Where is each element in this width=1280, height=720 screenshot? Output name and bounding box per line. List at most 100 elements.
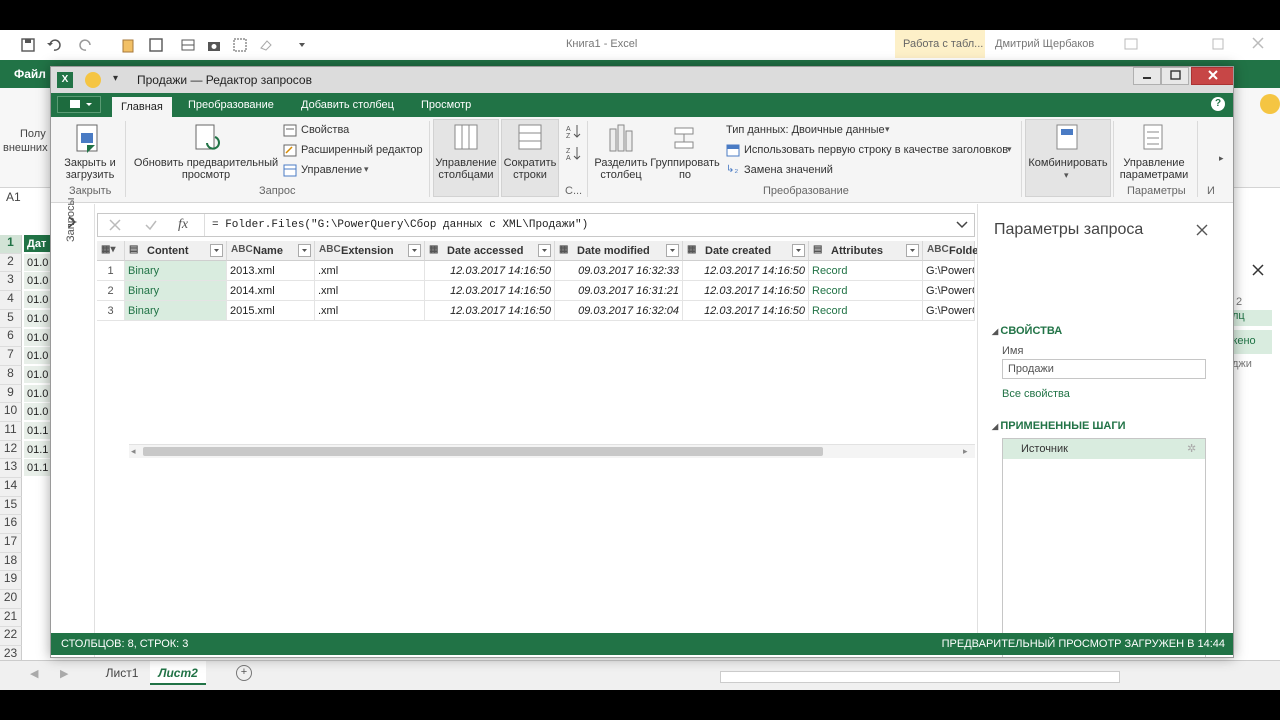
grid-cell-accessed[interactable]: 12.03.2017 14:16:50: [425, 301, 555, 321]
grid-cell-content[interactable]: Binary: [125, 301, 227, 321]
excel-cell[interactable]: 01.0: [24, 253, 50, 271]
grid-cell-folder[interactable]: G:\PowerC: [923, 301, 975, 321]
excel-cell[interactable]: 01.0: [24, 384, 50, 402]
column-header[interactable]: ▦ Date modified: [555, 241, 683, 261]
excel-row-header[interactable]: 20: [0, 590, 22, 609]
grid-cell-name[interactable]: 2014.xml: [227, 281, 315, 301]
data-type-dropdown-icon[interactable]: ▾: [885, 124, 890, 135]
excel-row-header[interactable]: 5: [0, 309, 22, 329]
excel-cell[interactable]: 01.0: [24, 347, 50, 365]
tab-view[interactable]: Просмотр: [421, 99, 471, 111]
split-column-button[interactable]: Разделить столбец: [591, 157, 651, 181]
save-as-icon[interactable]: [148, 37, 164, 53]
refresh-preview-button[interactable]: Обновить предварительный просмотр: [131, 157, 281, 181]
maximize-button[interactable]: [1161, 67, 1189, 85]
replace-values-button[interactable]: Замена значений: [744, 164, 833, 180]
grid-hscroll-thumb[interactable]: [143, 447, 823, 456]
excel-close-icon[interactable]: [1252, 37, 1264, 49]
tab-transform[interactable]: Преобразование: [188, 99, 274, 111]
grid-cell-modified[interactable]: 09.03.2017 16:32:04: [555, 301, 683, 321]
excel-cell[interactable]: 01.0: [24, 291, 50, 309]
excel-row-header[interactable]: 17: [0, 534, 22, 553]
ribbon-display-icon[interactable]: [1124, 38, 1138, 50]
column-type-icon[interactable]: ▦: [429, 244, 438, 255]
column-filter-dropdown-icon[interactable]: [210, 244, 223, 257]
help-icon[interactable]: ?: [1211, 97, 1225, 111]
sheet-next-icon[interactable]: ▶: [60, 667, 68, 680]
expand-formula-icon[interactable]: [956, 220, 968, 230]
grid-cell-accessed[interactable]: 12.03.2017 14:16:50: [425, 261, 555, 281]
sort-ascending-icon[interactable]: AZ: [565, 123, 581, 139]
column-type-icon[interactable]: ▦: [687, 244, 696, 255]
excel-row-header[interactable]: 1: [0, 235, 22, 254]
manage-dropdown-icon[interactable]: ▾: [364, 164, 369, 175]
fx-icon[interactable]: fx: [178, 217, 188, 233]
column-filter-dropdown-icon[interactable]: [298, 244, 311, 257]
first-row-dropdown-icon[interactable]: ▾: [1007, 144, 1012, 155]
properties-button[interactable]: Свойства: [301, 124, 349, 140]
context-tab-table[interactable]: Работа с табл...: [895, 30, 985, 58]
grid-cell-created[interactable]: 12.03.2017 14:16:50: [683, 261, 809, 281]
grid-cell-ext[interactable]: .xml: [315, 301, 425, 321]
file-tab[interactable]: Файл: [0, 60, 50, 88]
grid-corner-menu[interactable]: ▦▾: [97, 241, 125, 261]
column-type-icon[interactable]: ▤: [813, 244, 822, 255]
column-type-icon[interactable]: ABC: [927, 244, 949, 255]
excel-hscroll[interactable]: [720, 671, 1120, 683]
grid-cell-name[interactable]: 2013.xml: [227, 261, 315, 281]
properties-section-header[interactable]: ◢ СВОЙСТВА: [992, 325, 1062, 337]
column-header[interactable]: ABC Extension: [315, 241, 425, 261]
grid-cell-ext[interactable]: .xml: [315, 261, 425, 281]
all-properties-link[interactable]: Все свойства: [1002, 388, 1070, 400]
row-number[interactable]: 1: [97, 261, 125, 281]
applied-step[interactable]: Источник ✲: [1003, 439, 1205, 459]
grid-cell-modified[interactable]: 09.03.2017 16:31:21: [555, 281, 683, 301]
close-settings-icon[interactable]: [1196, 224, 1208, 236]
step-settings-gear-icon[interactable]: ✲: [1187, 442, 1196, 455]
scroll-right-icon[interactable]: ▸: [963, 446, 968, 457]
excel-row-header[interactable]: 11: [0, 421, 22, 441]
column-header[interactable]: ▦ Date accessed: [425, 241, 555, 261]
grid-cell-created[interactable]: 12.03.2017 14:16:50: [683, 301, 809, 321]
undo-icon[interactable]: [46, 37, 62, 53]
file-menu-button[interactable]: [57, 96, 101, 113]
user-name[interactable]: Дмитрий Щербаков: [995, 38, 1094, 50]
grid-cell-attributes[interactable]: Record: [809, 281, 923, 301]
excel-cell[interactable]: 01.1: [24, 440, 50, 458]
column-type-icon[interactable]: ABC: [231, 244, 253, 255]
excel-cell[interactable]: 01.0: [24, 272, 50, 290]
pane-close-icon[interactable]: [1252, 264, 1264, 276]
grid-hscroll[interactable]: ◂ ▸: [129, 444, 975, 458]
grid-cell-name[interactable]: 2015.xml: [227, 301, 315, 321]
grid-cell-content[interactable]: Binary: [125, 281, 227, 301]
applied-steps-section-header[interactable]: ◢ ПРИМЕНЕННЫЕ ШАГИ: [992, 420, 1126, 432]
grid-cell-ext[interactable]: .xml: [315, 281, 425, 301]
add-sheet-icon[interactable]: +: [236, 665, 252, 681]
column-header[interactable]: ▤ Content: [125, 241, 227, 261]
manage-params-button[interactable]: Управление параметрами: [1117, 157, 1191, 181]
column-filter-dropdown-icon[interactable]: [906, 244, 919, 257]
column-type-icon[interactable]: ▤: [129, 244, 138, 255]
qat-dropdown-icon[interactable]: ▾: [113, 73, 118, 84]
grid-cell-content[interactable]: Binary: [125, 261, 227, 281]
name-box[interactable]: A1: [6, 190, 50, 208]
excel-row-header[interactable]: 6: [0, 328, 22, 348]
tab-add-column[interactable]: Добавить столбец: [301, 99, 394, 111]
paste-icon[interactable]: [120, 37, 136, 53]
eraser-icon[interactable]: [258, 37, 274, 53]
excel-row-header[interactable]: 16: [0, 515, 22, 534]
column-header[interactable]: ABC Folder: [923, 241, 983, 261]
excel-row-header[interactable]: 7: [0, 347, 22, 366]
column-filter-dropdown-icon[interactable]: [666, 244, 679, 257]
redo-icon[interactable]: [78, 37, 94, 53]
excel-row-header[interactable]: 12: [0, 440, 22, 460]
excel-cell[interactable]: Дат: [24, 235, 50, 252]
data-type-dropdown[interactable]: Тип данных: Двоичные данные: [726, 124, 885, 140]
excel-row-header[interactable]: 3: [0, 272, 22, 292]
close-button[interactable]: [1191, 67, 1233, 85]
ribbon-scroll-right-icon[interactable]: ▸: [1219, 153, 1224, 164]
excel-row-header[interactable]: 4: [0, 291, 22, 310]
excel-row-header[interactable]: 8: [0, 365, 22, 385]
excel-cell[interactable]: 01.0: [24, 403, 50, 421]
excel-row-header[interactable]: 10: [0, 403, 22, 422]
